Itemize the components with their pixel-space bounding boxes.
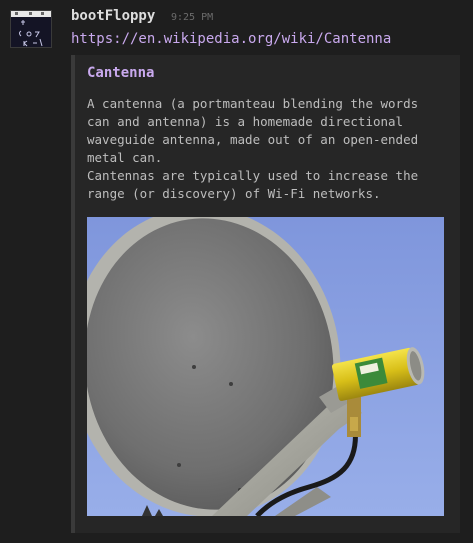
embed-description: A cantenna (a portmanteau blending the w… bbox=[87, 96, 419, 201]
message-author[interactable]: bootFloppy bbox=[71, 8, 155, 24]
avatar-titlebar bbox=[11, 11, 51, 17]
avatar-glyph-icon bbox=[19, 20, 43, 47]
link-embed: Cantenna A cantenna (a portmanteau blend… bbox=[71, 55, 460, 533]
avatar[interactable] bbox=[10, 10, 52, 48]
message-timestamp: 9:25 PM bbox=[171, 12, 214, 23]
message-link[interactable]: https://en.wikipedia.org/wiki/Cantenna bbox=[71, 31, 391, 47]
embed-title[interactable]: Cantenna bbox=[87, 65, 154, 81]
embed-image[interactable] bbox=[87, 217, 444, 516]
cantenna-photo bbox=[87, 217, 444, 516]
